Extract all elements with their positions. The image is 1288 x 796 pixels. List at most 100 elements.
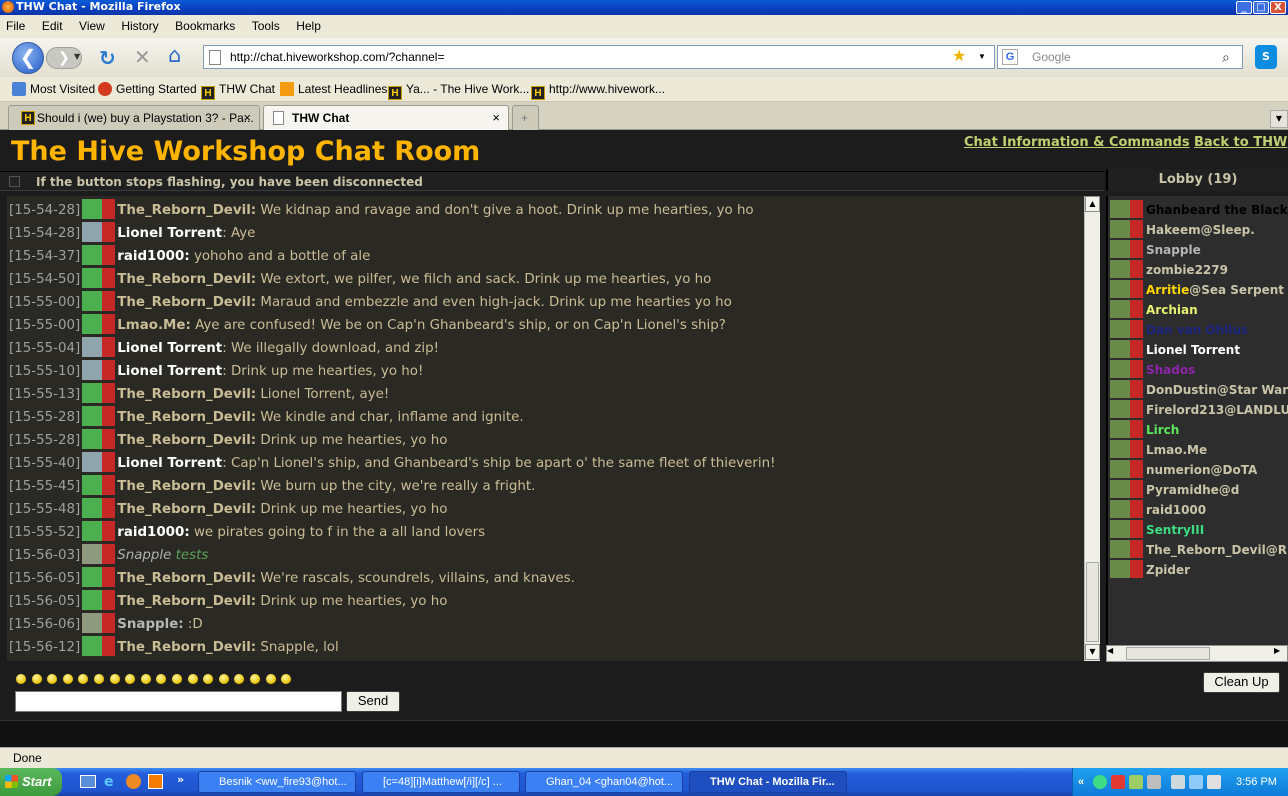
url-input[interactable]: http://chat.hiveworkshop.com/?channel= ★… xyxy=(203,45,995,69)
smiley-icon[interactable] xyxy=(108,673,121,685)
smiley-icon[interactable] xyxy=(186,673,199,685)
message-author[interactable]: Lionel Torrent xyxy=(117,456,222,471)
smiley-icon[interactable] xyxy=(30,673,43,685)
network-icon[interactable] xyxy=(1129,775,1143,789)
lobby-user[interactable]: Lmao.Me xyxy=(1110,440,1207,460)
message-author[interactable]: raid1000: xyxy=(117,525,189,540)
smiley-icon[interactable] xyxy=(170,673,183,685)
lobby-user[interactable]: Archian xyxy=(1110,300,1198,320)
lobby-scroll-thumb[interactable] xyxy=(1126,647,1210,660)
message-author[interactable]: Snapple: xyxy=(117,617,183,632)
close-tab-icon[interactable]: × xyxy=(243,106,251,130)
lobby-user[interactable]: raid1000 xyxy=(1110,500,1206,520)
lobby-user[interactable]: numerion@DoTA xyxy=(1110,460,1257,480)
lobby-user[interactable]: Dan van Ohllus xyxy=(1110,320,1248,340)
lobby-user[interactable]: Lionel Torrent xyxy=(1110,340,1240,360)
bookmark-hivework-url[interactable]: Hhttp://www.hivework... xyxy=(531,77,665,102)
smiley-icon[interactable] xyxy=(280,673,293,685)
smiley-icon[interactable] xyxy=(248,673,261,685)
smiley-icon[interactable] xyxy=(155,673,168,685)
lobby-user[interactable]: Arritie@Sea Serpent xyxy=(1110,280,1284,300)
back-button[interactable]: ❮ xyxy=(12,42,44,74)
clock[interactable]: 3:56 PM xyxy=(1236,768,1277,796)
scroll-right-icon[interactable]: ▶ xyxy=(1274,646,1280,655)
maximize-button[interactable]: □ xyxy=(1253,1,1269,14)
scroll-up-icon[interactable]: ▲ xyxy=(1085,196,1100,212)
msn-icon[interactable] xyxy=(1093,775,1107,789)
message-author[interactable]: Lionel Torrent xyxy=(117,364,222,379)
message-author[interactable]: Lionel Torrent xyxy=(117,226,222,241)
ie-icon[interactable]: e xyxy=(104,774,114,790)
bookmark-star-icon[interactable]: ★ xyxy=(952,46,966,68)
lobby-user[interactable]: Pyramidhe@d xyxy=(1110,480,1239,500)
scroll-thumb[interactable] xyxy=(1086,562,1099,642)
lobby-user[interactable]: Ghanbeard the Black xyxy=(1110,200,1288,220)
quicklaunch-expand-icon[interactable]: » xyxy=(177,773,184,786)
lobby-user[interactable]: The_Reborn_Devil@R xyxy=(1110,540,1287,560)
search-icon[interactable]: ⌕ xyxy=(1222,46,1230,68)
smiley-icon[interactable] xyxy=(92,673,105,685)
message-author[interactable]: Lionel Torrent xyxy=(117,341,222,356)
show-desktop-icon[interactable] xyxy=(80,775,96,788)
menu-view[interactable]: View xyxy=(79,19,105,33)
message-author[interactable]: raid1000: xyxy=(117,249,189,264)
messenger-icon[interactable] xyxy=(1147,775,1161,789)
smiley-icon[interactable] xyxy=(15,673,27,685)
search-input[interactable]: G Google ⌕ xyxy=(997,45,1243,69)
tab-thw-chat[interactable]: THW Chat × xyxy=(263,105,509,130)
task-thw-chat[interactable]: THW Chat - Mozilla Fir... xyxy=(689,771,847,793)
window-title-bar[interactable]: THW Chat - Mozilla Firefox _ □ X xyxy=(0,0,1288,15)
lobby-user[interactable]: Firelord213@LANDLU xyxy=(1110,400,1288,420)
skype-icon[interactable]: S xyxy=(1255,45,1277,69)
antivirus-icon[interactable] xyxy=(1111,775,1125,789)
message-author[interactable]: Snapple xyxy=(117,548,171,563)
google-icon[interactable]: G xyxy=(1002,49,1018,65)
tab-playstation[interactable]: H Should i (we) buy a Playstation 3? - P… xyxy=(8,105,260,130)
menu-edit[interactable]: Edit xyxy=(42,19,63,33)
smiley-icon[interactable] xyxy=(217,673,230,685)
new-tab-button[interactable]: + xyxy=(512,105,539,130)
back-to-thw-link[interactable]: Back to THW xyxy=(1194,135,1287,150)
menu-tools[interactable]: Tools xyxy=(252,19,280,33)
minimize-button[interactable]: _ xyxy=(1236,1,1252,14)
smiley-icon[interactable] xyxy=(124,673,137,685)
lobby-user[interactable]: Zpider xyxy=(1110,560,1190,580)
lobby-user[interactable]: Hakeem@Sleep. xyxy=(1110,220,1255,240)
tray-expand-icon[interactable]: « xyxy=(1078,768,1084,796)
history-dropdown-icon[interactable]: ▼ xyxy=(74,52,80,61)
menu-file[interactable]: File xyxy=(6,19,25,33)
bookmark-most-visited[interactable]: Most Visited xyxy=(12,77,95,102)
chat-scrollbar[interactable]: ▲ ▼ xyxy=(1084,196,1100,661)
menu-history[interactable]: History xyxy=(121,19,158,33)
bookmark-thw-chat[interactable]: H THW Chat xyxy=(201,77,275,102)
volume-icon[interactable] xyxy=(1207,775,1221,789)
message-author[interactable]: The_Reborn_Devil: xyxy=(117,387,256,402)
task-ghan04[interactable]: Ghan_04 <ghan04@hot... xyxy=(525,771,683,793)
message-author[interactable]: Lmao.Me: xyxy=(117,318,191,333)
smiley-icon[interactable] xyxy=(46,673,59,685)
message-author[interactable]: The_Reborn_Devil: xyxy=(117,272,256,287)
scroll-left-icon[interactable]: ◀ xyxy=(1107,646,1113,655)
lobby-user[interactable]: zombie2279 xyxy=(1110,260,1228,280)
chat-info-link[interactable]: Chat Information & Commands xyxy=(964,135,1190,150)
clean-up-button[interactable]: Clean Up xyxy=(1203,672,1280,693)
lobby-user[interactable]: SentryIII xyxy=(1110,520,1204,540)
stop-icon[interactable]: ✕ xyxy=(134,45,151,69)
connection-indicator-button[interactable] xyxy=(9,176,20,187)
scroll-down-icon[interactable]: ▼ xyxy=(1085,644,1100,660)
start-button[interactable]: Start xyxy=(0,768,62,796)
message-author[interactable]: The_Reborn_Devil: xyxy=(117,433,256,448)
message-author[interactable]: The_Reborn_Devil: xyxy=(117,502,256,517)
bookmark-hive-workshop[interactable]: H Ya... - The Hive Work... xyxy=(388,77,529,102)
smiley-icon[interactable] xyxy=(202,673,215,685)
bookmark-getting-started[interactable]: Getting Started xyxy=(98,77,197,102)
lobby-user[interactable]: DonDustin@Star Wars xyxy=(1110,380,1288,400)
lobby-user[interactable]: Lirch xyxy=(1110,420,1179,440)
message-author[interactable]: The_Reborn_Devil: xyxy=(117,479,256,494)
menu-help[interactable]: Help xyxy=(296,19,321,33)
task-besnik[interactable]: Besnik <ww_fire93@hot... xyxy=(198,771,356,793)
send-button[interactable]: Send xyxy=(346,691,400,712)
smiley-icon[interactable] xyxy=(233,673,246,685)
chat-log[interactable]: [15-54-28] The_Reborn_Devil: We kidnap an… xyxy=(7,196,1084,661)
lobby-user[interactable]: Shados xyxy=(1110,360,1195,380)
